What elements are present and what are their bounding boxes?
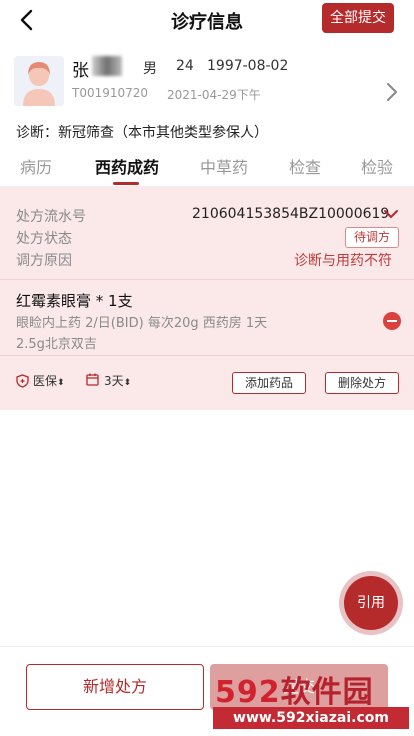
status-label: 处方状态: [16, 231, 72, 247]
patient-name: 张: [72, 61, 89, 81]
drug-name: 红霉素眼膏 * 1支: [16, 292, 133, 310]
serial-label: 处方流水号: [16, 209, 86, 225]
patient-age: 24: [176, 58, 194, 74]
delete-prescription-button[interactable]: 删除处方: [325, 372, 399, 394]
sort-icon: ⬍: [57, 378, 65, 388]
insurance-label: 医保: [33, 374, 58, 388]
active-tab-indicator: [113, 182, 139, 185]
diagnosis-text: 诊断：新冠筛查（本市其他类型参保人）: [16, 125, 268, 141]
avatar: [14, 56, 64, 106]
watermark-logo-text: 软件园: [280, 675, 374, 710]
tab-examination[interactable]: 检查: [289, 154, 321, 178]
name-redaction: [92, 56, 122, 76]
calendar-icon: [86, 373, 99, 386]
reason-label: 调方原因: [16, 253, 72, 269]
add-drug-button[interactable]: 添加药品: [232, 372, 306, 394]
submit-all-button[interactable]: 全部提交: [322, 3, 394, 33]
tab-medical-record[interactable]: 病历: [20, 154, 52, 178]
watermark-logo: 592软件园: [215, 667, 374, 711]
days-selector[interactable]: 3天⬍: [104, 372, 131, 389]
tab-lab-test[interactable]: 检验: [361, 154, 393, 178]
insurance-selector[interactable]: 医保⬍: [33, 372, 65, 389]
patient-id: T001910720: [72, 86, 149, 100]
patient-birthdate: 1997-08-02: [207, 58, 289, 74]
minus-circle-icon[interactable]: [383, 312, 401, 330]
status-badge: 待调方: [345, 227, 399, 248]
top-bar: 诊疗信息 全部提交: [0, 0, 414, 40]
divider: [0, 279, 414, 280]
reason-value: 诊断与用药不符: [294, 253, 392, 269]
chevron-down-icon[interactable]: [383, 207, 399, 221]
watermark: 592软件园 www.592xiazai.com: [207, 661, 412, 735]
watermark-logo-number: 592: [215, 675, 281, 710]
tab-herbal-medicine[interactable]: 中草药: [200, 154, 248, 178]
drug-detail: 眼睑内上药 2/日(BID) 每次20g 西药房 1天 2.5g北京双吉: [16, 313, 306, 355]
serial-value: 210604153854BZ10000619: [192, 206, 390, 222]
divider: [0, 355, 414, 356]
add-prescription-button[interactable]: 新增处方: [26, 664, 204, 710]
sort-icon: ⬍: [123, 378, 132, 388]
patient-gender: 男: [143, 61, 157, 77]
prescription-card: 处方流水号 210604153854BZ10000619 处方状态 待调方 调方…: [0, 186, 414, 410]
drug-detail-line: 眼睑内上药 2/日(BID) 每次20g 西药房 1天: [16, 316, 268, 331]
shield-icon: [16, 374, 29, 388]
drug-detail-line: 2.5g北京双吉: [16, 337, 97, 352]
visit-time: 2021-04-29下午: [167, 88, 261, 102]
quote-button[interactable]: 引用: [344, 576, 398, 630]
tab-western-medicine[interactable]: 西药成药: [95, 154, 159, 178]
person-avatar-icon: [14, 56, 64, 106]
chevron-right-icon[interactable]: [383, 81, 401, 103]
tab-bar: 病历 西药成药 中草药 检查 检验: [0, 146, 414, 186]
watermark-url: www.592xiazai.com: [213, 707, 409, 729]
patient-card[interactable]: 张 男 24 1997-08-02 T001910720 2021-04-29下…: [0, 44, 414, 116]
days-label: 3天: [104, 374, 124, 388]
